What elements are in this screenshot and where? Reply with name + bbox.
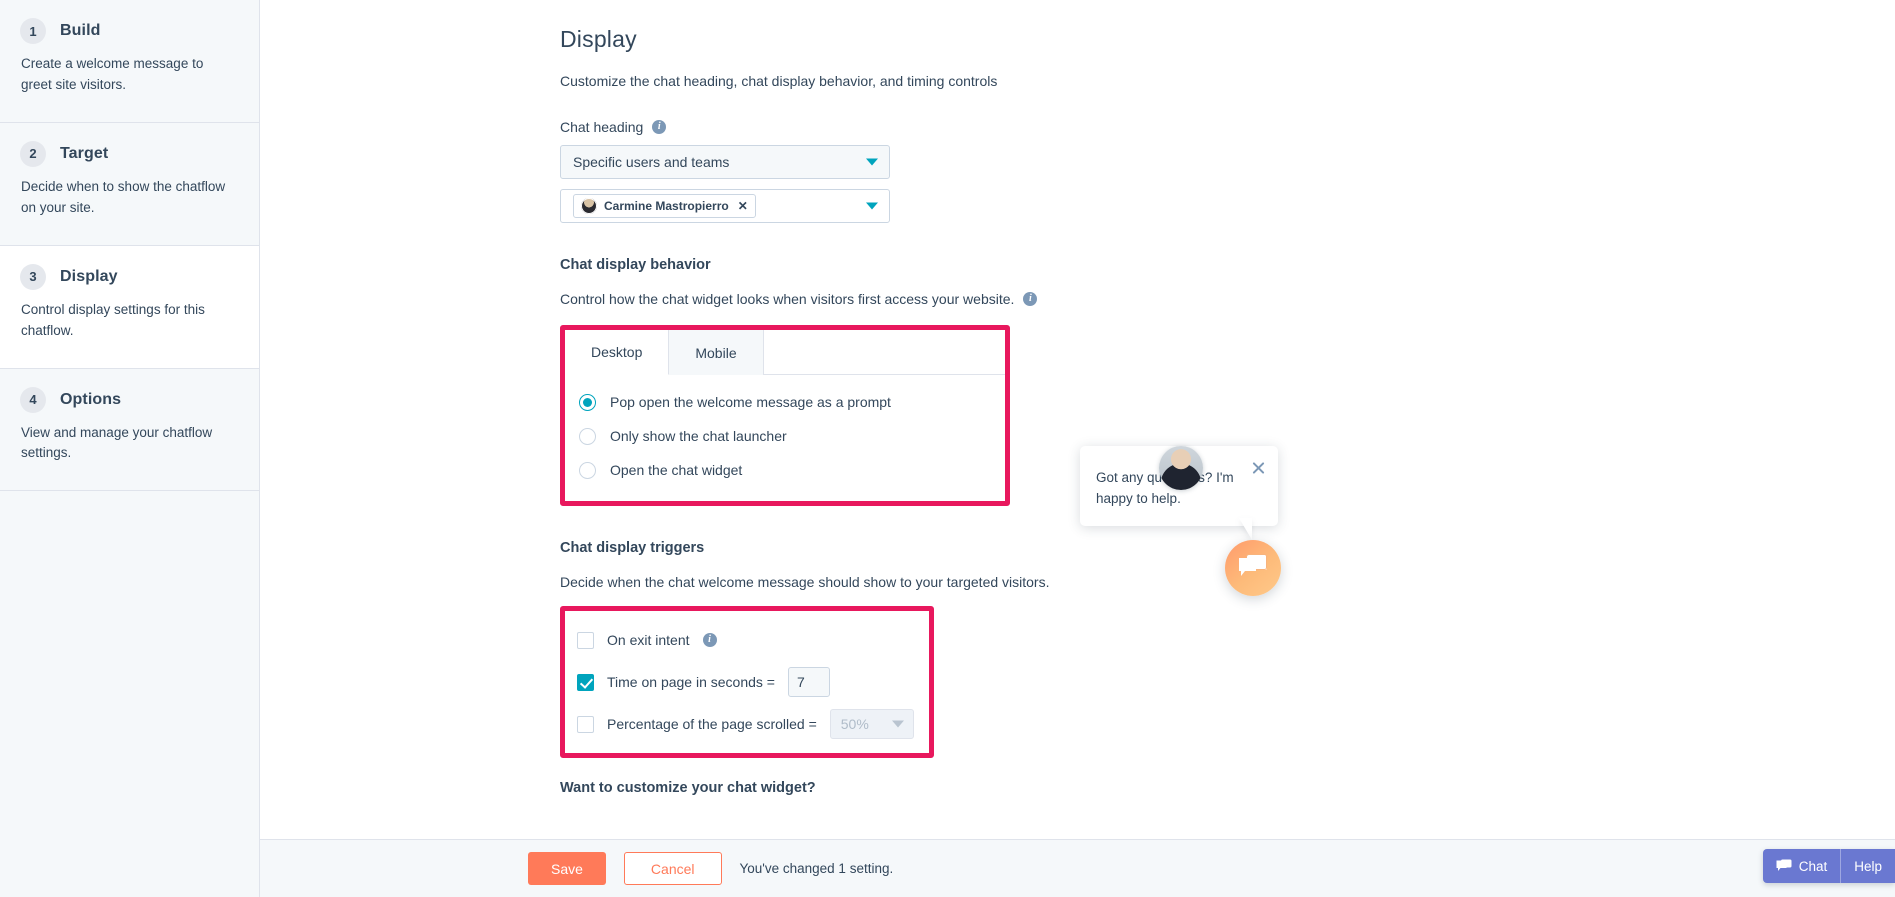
- tab-desktop[interactable]: Desktop: [565, 330, 670, 375]
- chat-welcome-bubble: Got any questions? I'm happy to help.: [1080, 446, 1278, 526]
- main-panel: Display Customize the chat heading, chat…: [260, 0, 1895, 897]
- step-description: View and manage your chatflow settings.: [21, 424, 213, 461]
- radio-icon[interactable]: [579, 427, 596, 445]
- avatar: [581, 198, 597, 214]
- radio-label: Only show the chat launcher: [610, 428, 787, 444]
- page-scrolled-select[interactable]: 50%: [829, 709, 914, 739]
- chat-heading-label: Chat heading: [560, 119, 644, 135]
- step-header: 3 Display: [20, 263, 233, 290]
- step-number-badge: 1: [20, 18, 46, 44]
- chat-widget-preview: Got any questions? I'm happy to help.: [1080, 420, 1310, 596]
- help-button-label: Help: [1854, 858, 1882, 874]
- chevron-down-icon: [866, 158, 878, 166]
- support-pill: Chat Help: [1762, 849, 1895, 883]
- step-title: Build: [60, 22, 101, 39]
- user-chip-name: Carmine Mastropierro: [604, 199, 729, 213]
- checkbox-icon[interactable]: [577, 715, 594, 733]
- page-scrolled-placeholder: 50%: [840, 716, 869, 732]
- step-title: Display: [60, 267, 118, 285]
- step-title: Options: [60, 390, 122, 408]
- radio-icon[interactable]: [579, 461, 596, 479]
- tab-mobile[interactable]: Mobile: [669, 330, 764, 375]
- step-number-badge: 4: [20, 386, 46, 413]
- behavior-highlight-box: Desktop Mobile Pop open the welcome mess…: [560, 325, 1010, 506]
- settings-form: Display Customize the chat heading, chat…: [260, 0, 1895, 796]
- chat-heading-users-select[interactable]: Carmine Mastropierro ✕: [560, 189, 890, 223]
- tab-desktop-label: Desktop: [591, 344, 643, 360]
- radio-option-open-widget[interactable]: Open the chat widget: [579, 457, 1005, 483]
- radio-option-only-launcher[interactable]: Only show the chat launcher: [579, 423, 1005, 449]
- form-action-bar: Save Cancel You've changed 1 setting.: [260, 839, 1895, 897]
- chat-bubble-icon: [1239, 554, 1267, 576]
- tab-mobile-label: Mobile: [695, 344, 737, 361]
- page-subtitle: Customize the chat heading, chat display…: [560, 73, 998, 89]
- chat-heading-select-value: Specific users and teams: [573, 154, 730, 170]
- help-button[interactable]: Help: [1841, 849, 1895, 883]
- user-chip[interactable]: Carmine Mastropierro ✕: [573, 194, 756, 218]
- info-icon[interactable]: i: [652, 120, 667, 134]
- trigger-exit-intent[interactable]: On exit intent i: [577, 625, 929, 655]
- chatflow-display-settings-page: 1 Build Create a welcome message to gree…: [0, 0, 1895, 897]
- customize-widget-heading: Want to customize your chat widget?: [560, 780, 816, 796]
- behavior-radio-group: Pop open the welcome message as a prompt…: [565, 375, 1005, 501]
- behavior-section-desc-row: Control how the chat widget looks when v…: [560, 291, 1895, 307]
- radio-option-pop-open[interactable]: Pop open the welcome message as a prompt: [579, 389, 1005, 415]
- sidebar-item-build[interactable]: 1 Build Create a welcome message to gree…: [0, 0, 259, 123]
- chat-button[interactable]: Chat: [1763, 849, 1841, 883]
- radio-label: Open the chat widget: [610, 462, 743, 478]
- chevron-down-icon: [866, 202, 878, 210]
- step-header: 4 Options: [20, 386, 233, 413]
- behavior-section-title: Chat display behavior: [560, 257, 711, 273]
- step-description: Decide when to show the chatflow on your…: [21, 178, 226, 215]
- chevron-down-icon: [891, 720, 904, 728]
- device-tabs: Desktop Mobile: [565, 330, 1005, 375]
- step-header: 1 Build: [20, 18, 233, 44]
- agent-avatar: [1159, 446, 1203, 490]
- info-icon[interactable]: i: [702, 633, 717, 647]
- trigger-page-scrolled-label: Percentage of the page scrolled =: [607, 716, 817, 732]
- checkbox-icon[interactable]: [577, 673, 594, 691]
- sidebar-item-display[interactable]: 3 Display Control display settings for t…: [0, 245, 259, 369]
- trigger-page-scrolled[interactable]: Percentage of the page scrolled = 50%: [577, 709, 929, 739]
- step-description: Create a welcome message to greet site v…: [21, 56, 204, 92]
- trigger-time-on-page-label: Time on page in seconds =: [607, 674, 775, 690]
- info-icon[interactable]: i: [1023, 292, 1038, 306]
- behavior-section-desc: Control how the chat widget looks when v…: [560, 291, 1015, 307]
- radio-label: Pop open the welcome message as a prompt: [610, 394, 891, 410]
- checkbox-icon[interactable]: [577, 631, 594, 649]
- chat-bubble-icon: [1776, 859, 1792, 871]
- close-icon[interactable]: ✕: [736, 200, 748, 212]
- tabs-filler: [763, 330, 1005, 375]
- chat-launcher-button[interactable]: [1225, 540, 1281, 596]
- sidebar-item-options[interactable]: 4 Options View and manage your chatflow …: [0, 368, 259, 492]
- radio-icon[interactable]: [579, 393, 596, 411]
- triggers-highlight-box: On exit intent i Time on page in seconds…: [560, 606, 934, 758]
- step-header: 2 Target: [20, 140, 233, 167]
- sidebar-steps: 1 Build Create a welcome message to gree…: [0, 0, 260, 897]
- changed-settings-note: You've changed 1 setting.: [739, 861, 894, 876]
- time-on-page-input[interactable]: [787, 667, 830, 697]
- trigger-time-on-page[interactable]: Time on page in seconds =: [577, 667, 929, 697]
- step-description: Control display settings for this chatfl…: [21, 301, 205, 338]
- close-icon[interactable]: [1251, 460, 1266, 475]
- trigger-exit-intent-label: On exit intent: [607, 632, 690, 648]
- step-number-badge: 2: [20, 140, 46, 167]
- step-number-badge: 3: [20, 263, 46, 290]
- save-button[interactable]: Save: [528, 852, 606, 885]
- triggers-section-desc: Decide when the chat welcome message sho…: [560, 574, 1050, 590]
- chat-heading-label-row: Chat heading i: [560, 119, 1895, 135]
- step-title: Target: [60, 144, 109, 162]
- triggers-checkbox-group: On exit intent i Time on page in seconds…: [565, 611, 929, 753]
- sidebar-item-target[interactable]: 2 Target Decide when to show the chatflo…: [0, 122, 259, 246]
- cancel-button[interactable]: Cancel: [623, 852, 722, 885]
- chat-button-label: Chat: [1798, 858, 1828, 874]
- chat-heading-select[interactable]: Specific users and teams: [560, 145, 890, 179]
- page-title: Display: [560, 26, 637, 52]
